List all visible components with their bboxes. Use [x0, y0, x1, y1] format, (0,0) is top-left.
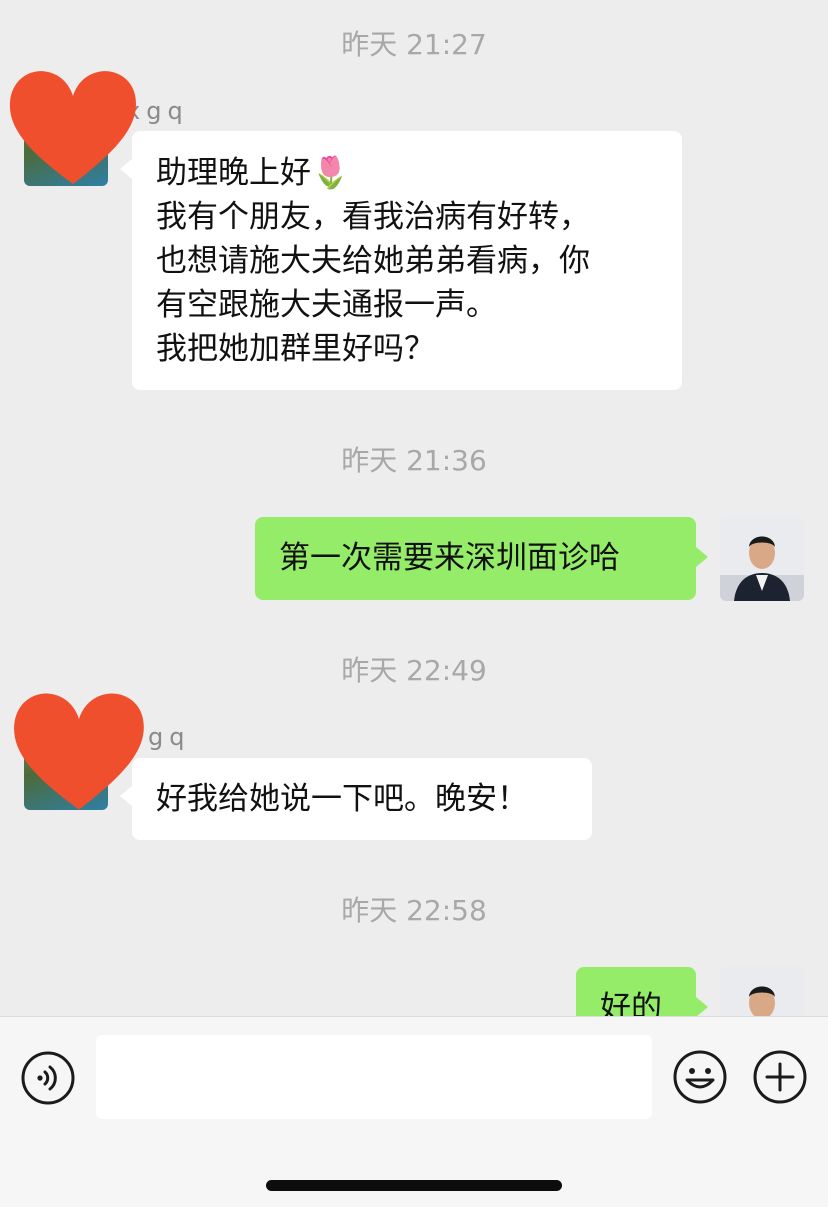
message-line: 我有个朋友，看我治病有好转，	[156, 199, 590, 235]
timestamp: 昨天 21:27	[341, 28, 487, 61]
message-line: 有空跟施大夫通报一声。	[156, 287, 497, 323]
message-bubble-incoming[interactable]: 助理晚上好🌷 我有个朋友，看我治病有好转， 也想请施大夫给她弟弟看病，你 有空跟…	[120, 131, 682, 390]
chat-area[interactable]: 昨天 21:27 xgq 助理晚上好🌷 我有个朋友，看我治病有好转， 也想请施大…	[0, 0, 828, 1016]
plus-icon[interactable]	[752, 1049, 808, 1105]
voice-icon[interactable]	[20, 1050, 76, 1106]
home-indicator[interactable]	[266, 1180, 562, 1191]
message-text: 第一次需要来深圳面诊哈	[279, 540, 620, 576]
message-bubble-outgoing[interactable]: 好的	[576, 967, 708, 1016]
input-bar	[0, 1016, 828, 1207]
message-text: 好的	[600, 990, 662, 1016]
message-line: 我把她加群里好吗？	[156, 331, 435, 367]
message-bubble-incoming[interactable]: 好我给她说一下吧。晚安！	[120, 758, 592, 840]
person-avatar-icon	[720, 967, 804, 1016]
person-avatar-icon	[720, 517, 804, 601]
message-text: 好我给她说一下吧。晚安！	[156, 781, 528, 817]
message-line: 助理晚上好🌷	[156, 155, 350, 191]
timestamp: 昨天 22:49	[341, 654, 487, 687]
timestamp: 昨天 21:36	[341, 444, 487, 477]
message-line: 也想请施大夫给她弟弟看病，你	[156, 243, 590, 279]
sender-name: gq	[148, 723, 191, 751]
user-avatar[interactable]	[720, 517, 804, 601]
timestamp: 昨天 22:58	[341, 894, 487, 927]
message-input[interactable]	[96, 1035, 652, 1119]
emoji-icon[interactable]	[672, 1049, 728, 1105]
message-bubble-outgoing[interactable]: 第一次需要来深圳面诊哈	[255, 517, 708, 600]
user-avatar[interactable]	[720, 967, 804, 1016]
